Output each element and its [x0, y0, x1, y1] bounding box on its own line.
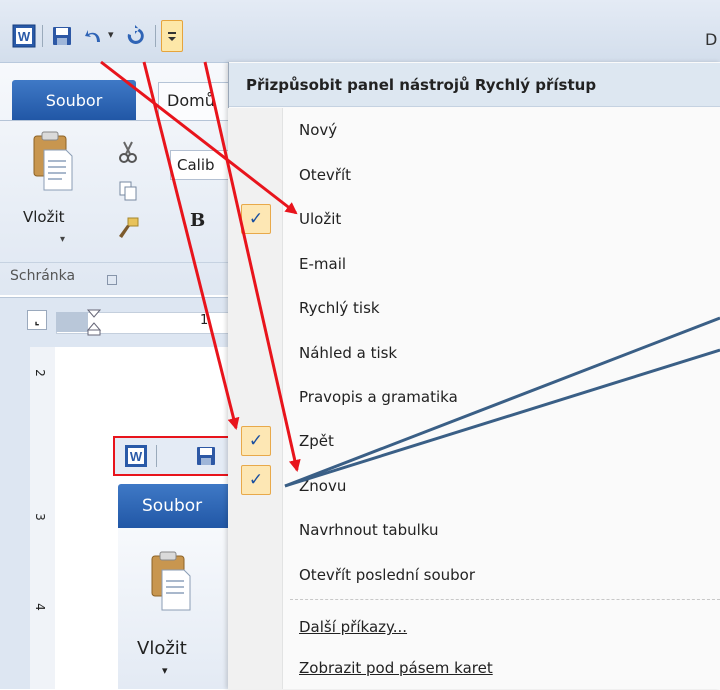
- customize-qat-icon: [168, 32, 176, 41]
- inner-tab-file: Soubor: [118, 484, 230, 528]
- cut-icon[interactable]: [118, 140, 138, 168]
- tab-home[interactable]: Domů: [158, 82, 238, 120]
- indent-marker-icon[interactable]: [86, 308, 102, 340]
- menu-item-save[interactable]: Uložit: [299, 197, 341, 241]
- undo-dropdown-arrow-icon[interactable]: ▾: [108, 28, 114, 41]
- inner-paste-label: Vložit: [137, 638, 187, 659]
- copy-icon[interactable]: [118, 180, 138, 206]
- menu-item-email[interactable]: E-mail: [299, 242, 346, 286]
- inner-save-icon: [195, 445, 217, 471]
- check-save-icon: ✓: [241, 204, 271, 234]
- ruler-v-mark-2: 2: [32, 369, 47, 377]
- qat-separator: [155, 25, 156, 47]
- menu-separator: [290, 599, 720, 600]
- menu-item-more-commands[interactable]: Další příkazy...: [299, 605, 407, 649]
- redo-icon[interactable]: [124, 25, 146, 47]
- word-app-icon: W: [12, 24, 36, 52]
- ribbon-divider: [0, 120, 230, 121]
- window-title: D: [705, 30, 718, 49]
- show-below-label: Zobrazit pod pásem karet: [299, 659, 493, 677]
- svg-text:W: W: [18, 29, 31, 44]
- menu-header: Přizpůsobit panel nástrojů Rychlý přístu…: [229, 63, 720, 107]
- more-commands-label: Další příkazy...: [299, 618, 408, 636]
- document-background: [0, 347, 30, 689]
- font-name-field[interactable]: Calib: [170, 150, 230, 180]
- undo-icon[interactable]: [83, 25, 105, 47]
- ruler-v-mark-3: 3: [32, 513, 47, 521]
- check-redo-icon: ✓: [241, 465, 271, 495]
- group-launcher-icon[interactable]: [107, 275, 117, 285]
- paste-button-label[interactable]: Vložit: [23, 208, 65, 226]
- qat-separator: [42, 25, 43, 47]
- format-painter-icon[interactable]: [116, 216, 142, 246]
- ruler-margin: [56, 312, 88, 332]
- ruler-v-mark-4: 4: [32, 603, 47, 611]
- menu-check-gutter: [228, 108, 283, 689]
- svg-text:W: W: [130, 449, 143, 464]
- check-undo-icon: ✓: [241, 426, 271, 456]
- menu-item-open-recent[interactable]: Otevřít poslední soubor: [299, 553, 475, 597]
- paste-icon: [28, 130, 74, 196]
- menu-item-print-preview[interactable]: Náhled a tisk: [299, 331, 397, 375]
- tab-selector-icon[interactable]: ⌞: [27, 310, 47, 330]
- inner-paste-dropdown-icon: ▾: [162, 664, 168, 677]
- paste-dropdown-icon[interactable]: ▾: [60, 234, 65, 245]
- inner-separator: [156, 445, 157, 467]
- inner-paste-icon: [146, 550, 192, 616]
- ruler-mark-1: 1: [200, 313, 209, 328]
- menu-item-quick-print[interactable]: Rychlý tisk: [299, 286, 380, 330]
- menu-item-spelling[interactable]: Pravopis a gramatika: [299, 375, 458, 419]
- menu-item-new[interactable]: Nový: [299, 108, 337, 152]
- bold-button[interactable]: B: [190, 210, 205, 231]
- clipboard-group-label: Schránka: [10, 268, 76, 284]
- menu-item-draw-table[interactable]: Navrhnout tabulku: [299, 508, 439, 552]
- inner-word-icon: W: [124, 444, 148, 472]
- menu-item-show-below-ribbon[interactable]: Zobrazit pod pásem karet: [299, 646, 493, 690]
- customize-qat-button[interactable]: [161, 20, 183, 52]
- tab-file[interactable]: Soubor: [12, 80, 136, 120]
- ribbon-group-divider: [0, 262, 230, 263]
- save-icon[interactable]: [51, 25, 73, 47]
- menu-item-open[interactable]: Otevřít: [299, 153, 351, 197]
- menu-item-redo[interactable]: Znovu: [299, 464, 346, 508]
- menu-item-undo[interactable]: Zpět: [299, 419, 334, 463]
